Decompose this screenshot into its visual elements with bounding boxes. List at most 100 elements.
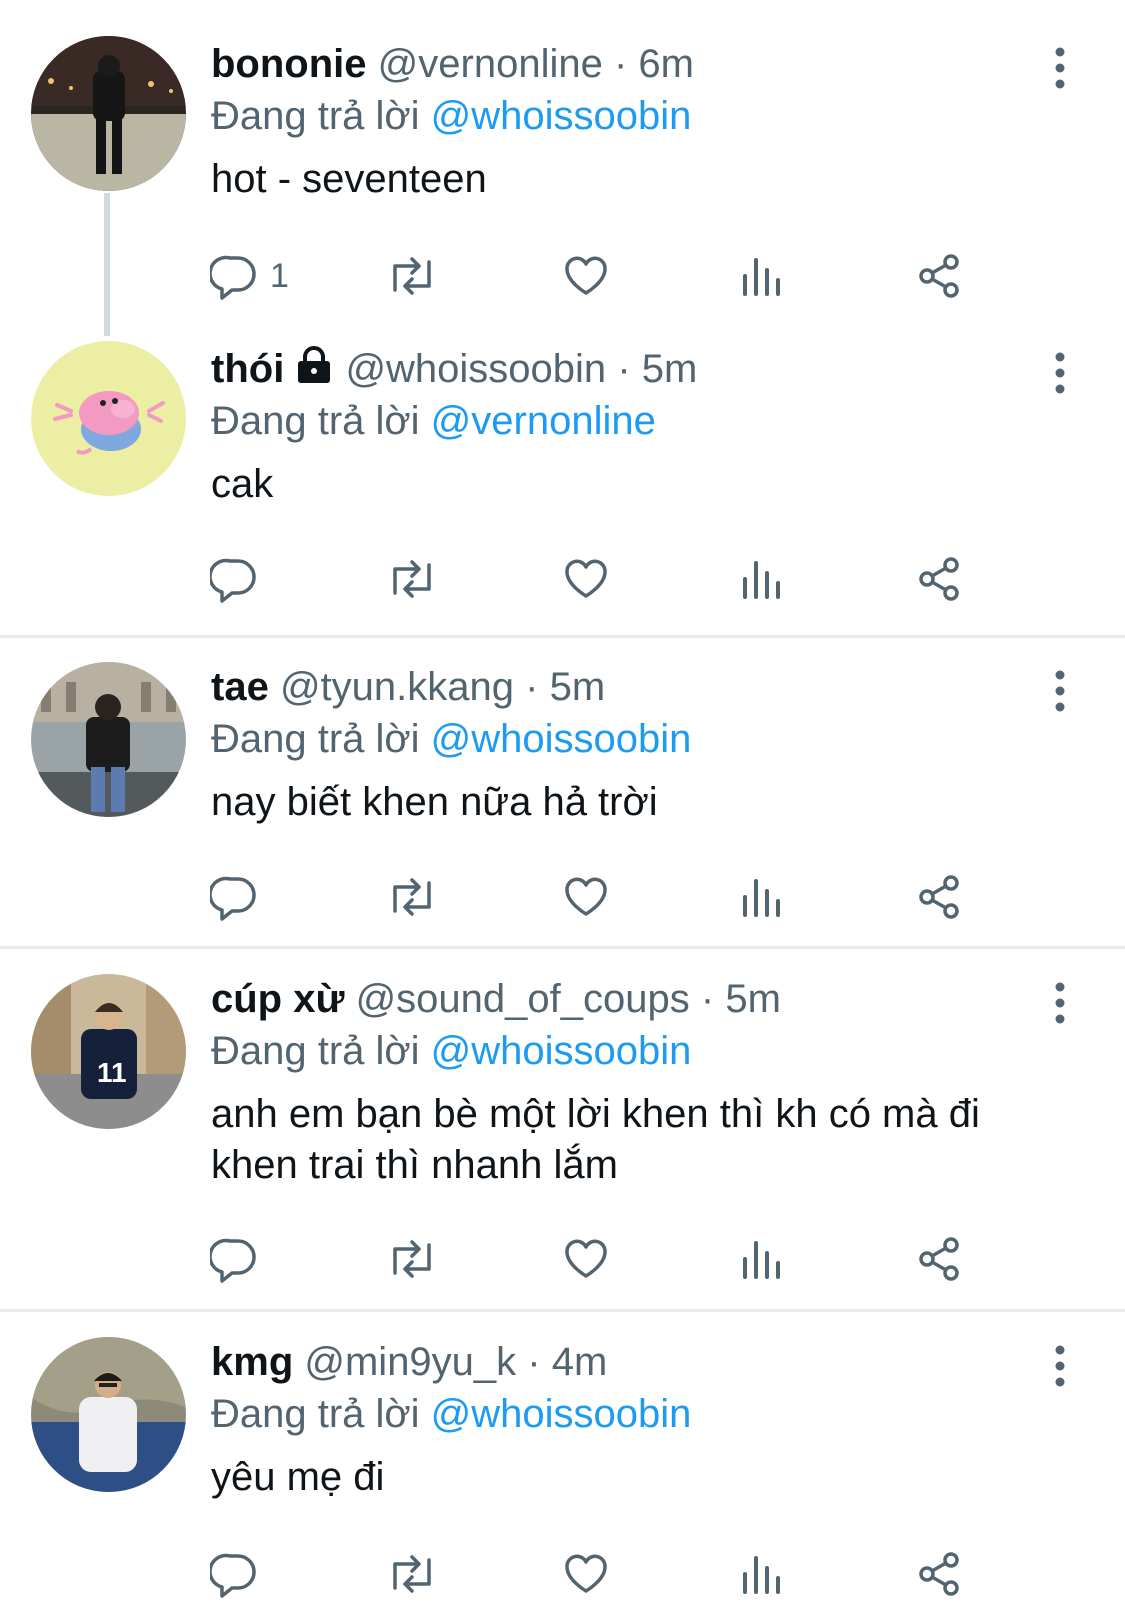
handle[interactable]: @sound_of_coups <box>356 977 690 1021</box>
views-icon <box>743 258 780 296</box>
replying-mention[interactable]: @whoissoobin <box>431 94 692 138</box>
separator: · <box>700 977 715 1021</box>
svg-text:11: 11 <box>97 1057 127 1088</box>
reply-text: nay biết khen nữa hả trời <box>211 777 1091 828</box>
replying-mention[interactable]: @whoissoobin <box>431 1392 692 1436</box>
reply-button[interactable] <box>210 1546 258 1602</box>
retweet-button[interactable] <box>385 1546 439 1602</box>
reply-text-line: cak <box>211 462 274 506</box>
more-icon[interactable] <box>1040 1344 1080 1388</box>
display-name[interactable]: cúp xừ <box>211 977 344 1021</box>
views-button[interactable] <box>740 1546 784 1602</box>
views-button[interactable] <box>740 248 784 304</box>
action-bar <box>210 1546 1010 1602</box>
reply-text-line: anh em bạn bè một lời khen thì kh có mà … <box>211 1092 980 1136</box>
replying-to: Đang trả lời @vernonline <box>211 393 656 449</box>
share-button[interactable] <box>915 869 963 925</box>
action-bar <box>210 1231 1010 1287</box>
views-button[interactable] <box>740 551 784 607</box>
retweet-icon <box>393 878 431 916</box>
reply-icon <box>210 1238 256 1283</box>
handle[interactable]: @min9yu_k <box>304 1340 516 1384</box>
like-button[interactable] <box>562 1231 610 1287</box>
timestamp[interactable]: 5m <box>725 977 781 1021</box>
avatar[interactable] <box>31 662 186 817</box>
retweet-button[interactable] <box>385 551 439 607</box>
handle[interactable]: @whoissoobin <box>345 347 606 391</box>
separator: · <box>525 665 539 709</box>
like-icon <box>565 1239 607 1278</box>
replying-to: Đang trả lời @whoissoobin <box>211 1023 691 1079</box>
reply-text: cak <box>211 459 1091 510</box>
timestamp[interactable]: 5m <box>550 665 606 709</box>
share-button[interactable] <box>915 1546 963 1602</box>
reply-icon <box>210 876 256 921</box>
avatar[interactable] <box>31 36 186 191</box>
reply-header: cúp xừ @sound_of_coups · 5m <box>211 971 781 1027</box>
timestamp[interactable]: 5m <box>642 347 698 391</box>
timestamp[interactable]: 6m <box>638 42 694 86</box>
reply-header: tae @tyun.kkang · 5m <box>211 659 605 715</box>
replying-to: Đang trả lời @whoissoobin <box>211 711 691 767</box>
share-icon <box>919 557 959 601</box>
retweet-icon <box>393 1555 431 1593</box>
replying-to: Đang trả lời @whoissoobin <box>211 1386 691 1442</box>
action-bar <box>210 551 1010 607</box>
views-button[interactable] <box>740 1231 784 1287</box>
replying-mention[interactable]: @whoissoobin <box>431 1029 692 1073</box>
reply-button[interactable] <box>210 551 258 607</box>
replying-label: Đang trả lời <box>211 94 420 138</box>
share-button[interactable] <box>915 248 963 304</box>
action-bar <box>210 869 1010 925</box>
avatar[interactable]: 11 <box>31 974 186 1129</box>
like-button[interactable] <box>562 551 610 607</box>
reply-count: 1 <box>270 256 289 295</box>
like-button[interactable] <box>562 248 610 304</box>
reply-button[interactable]: 1 <box>210 248 289 304</box>
like-icon <box>565 1554 607 1593</box>
retweet-button[interactable] <box>385 1231 439 1287</box>
share-icon <box>919 875 959 919</box>
views-icon <box>743 1556 780 1594</box>
divider <box>0 1309 1125 1312</box>
retweet-icon <box>393 1240 431 1278</box>
like-button[interactable] <box>562 1546 610 1602</box>
retweet-button[interactable] <box>385 869 439 925</box>
share-button[interactable] <box>915 551 963 607</box>
timestamp[interactable]: 4m <box>552 1340 608 1384</box>
reply-text-line: hot - seventeen <box>211 157 487 201</box>
handle[interactable]: @tyun.kkang <box>280 665 514 709</box>
display-name[interactable]: bononie <box>211 42 367 86</box>
more-icon[interactable] <box>1040 351 1080 395</box>
replying-to: Đang trả lời @whoissoobin <box>211 88 691 144</box>
replying-label: Đang trả lời <box>211 1392 420 1436</box>
replying-mention[interactable]: @vernonline <box>431 399 656 443</box>
display-name[interactable]: kmg <box>211 1340 293 1384</box>
action-bar: 1 <box>210 248 1010 304</box>
photo-person-street-avatar: 11 <box>31 974 186 1129</box>
views-button[interactable] <box>740 869 784 925</box>
reply-text: yêu mẹ đi <box>211 1452 1091 1503</box>
more-icon[interactable] <box>1040 46 1080 90</box>
replying-mention[interactable]: @whoissoobin <box>431 717 692 761</box>
avatar[interactable] <box>31 1337 186 1492</box>
reply-button[interactable] <box>210 1231 258 1287</box>
share-button[interactable] <box>915 1231 963 1287</box>
display-name[interactable]: tae <box>211 665 269 709</box>
more-icon[interactable] <box>1040 669 1080 713</box>
avatar[interactable] <box>31 341 186 496</box>
retweet-icon <box>393 257 431 295</box>
retweet-button[interactable] <box>385 248 439 304</box>
separator: · <box>613 42 628 86</box>
share-icon <box>919 1237 959 1281</box>
display-name[interactable]: thói <box>211 347 284 391</box>
reply-icon <box>210 255 256 300</box>
separator: · <box>617 347 631 391</box>
handle[interactable]: @vernonline <box>378 42 603 86</box>
reply-text-line: nay biết khen nữa hả trời <box>211 780 658 824</box>
like-button[interactable] <box>562 869 610 925</box>
views-icon <box>743 879 780 917</box>
cartoon-pig-avatar <box>31 341 186 496</box>
more-icon[interactable] <box>1040 981 1080 1025</box>
reply-button[interactable] <box>210 869 258 925</box>
